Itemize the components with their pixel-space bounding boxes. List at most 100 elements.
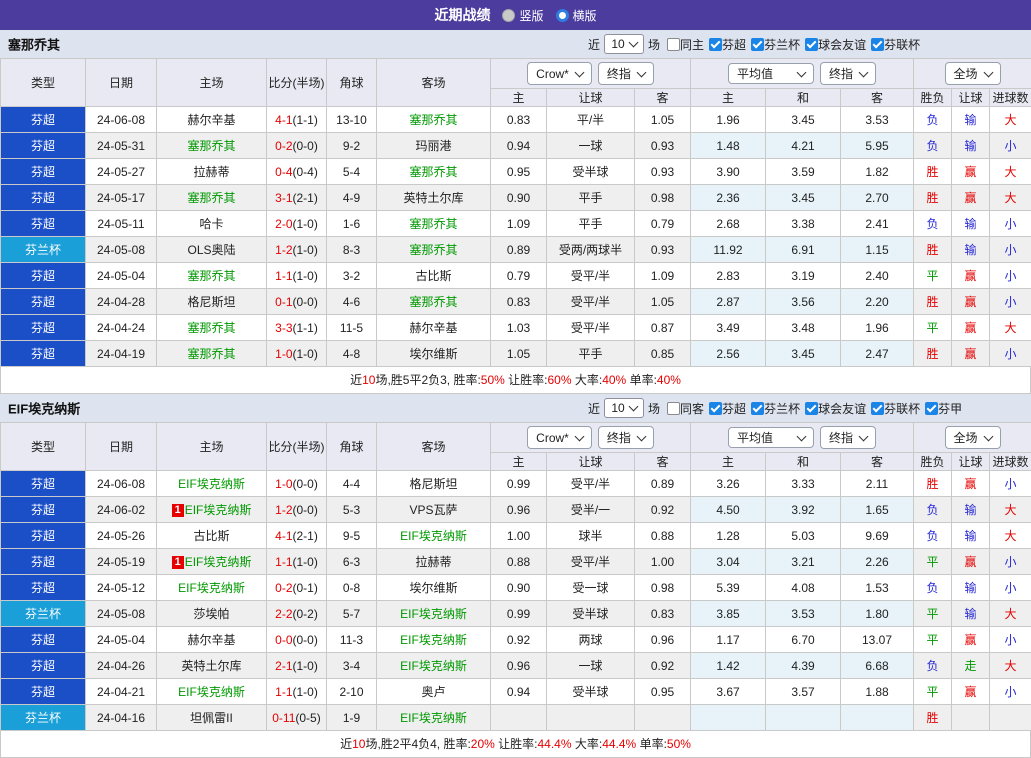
league-type-cell: 芬超 (1, 653, 86, 679)
league-filter-checkbox-3[interactable]: 球会友谊 (805, 400, 866, 417)
radio-vertical-icon[interactable] (502, 9, 515, 22)
result-cell: 胜 (914, 237, 952, 263)
odds-home-cell (491, 705, 547, 731)
date-cell: 24-05-12 (86, 575, 157, 601)
full-match-dropdown[interactable]: 全场 (945, 426, 1001, 449)
sub-column-header: 主 (491, 89, 547, 107)
checkbox-checked-icon[interactable] (709, 402, 722, 415)
handicap-cell: 受平/半 (547, 315, 635, 341)
team-link: EIF埃克纳斯 (178, 685, 245, 699)
avg-home-cell: 3.90 (691, 159, 766, 185)
same-venue-checkbox[interactable]: 同客 (667, 400, 704, 417)
corner-cell: 4-8 (327, 341, 377, 367)
final-index-dropdown[interactable]: 终指 (598, 426, 654, 449)
corner-cell: 3-2 (327, 263, 377, 289)
home-team-cell: 坦佩雷II (157, 705, 267, 731)
titlebar: 近期战绩 竖版 横版 (0, 0, 1031, 30)
final-index-dropdown[interactable]: 终指 (598, 62, 654, 85)
odds-home-cell: 0.95 (491, 159, 547, 185)
match-row: 芬兰杯24-05-08莎埃帕2-2(0-2)5-7EIF埃克纳斯0.99受半球0… (1, 601, 1031, 627)
league-filter-checkbox-4[interactable]: 芬联杯 (871, 36, 920, 53)
avg-away-cell: 1.88 (841, 679, 914, 705)
odds-group-header: 平均值终指 (691, 59, 914, 89)
odds-away-cell: 0.96 (635, 627, 691, 653)
corner-cell: 3-4 (327, 653, 377, 679)
checkbox-checked-icon[interactable] (871, 38, 884, 51)
radio-vertical-option[interactable]: 竖版 (502, 7, 543, 24)
checkbox-unchecked-icon[interactable] (667, 402, 680, 415)
recent-count-select[interactable]: 10 (604, 398, 644, 418)
result-cell: 胜 (914, 471, 952, 497)
odds-away-cell: 0.83 (635, 601, 691, 627)
checkbox-checked-icon[interactable] (805, 402, 818, 415)
league-type-cell: 芬超 (1, 263, 86, 289)
checkbox-checked-icon[interactable] (871, 402, 884, 415)
result-cell: 胜 (914, 289, 952, 315)
avg-draw-cell (766, 705, 841, 731)
handicap-result-cell: 输 (952, 497, 990, 523)
odds-home-cell: 0.94 (491, 133, 547, 159)
away-team-cell: 奥卢 (377, 679, 491, 705)
checkbox-unchecked-icon[interactable] (667, 38, 680, 51)
home-team-cell: OLS奥陆 (157, 237, 267, 263)
league-filter-checkbox-5[interactable]: 芬甲 (925, 400, 962, 417)
league-filter-checkbox-3[interactable]: 球会友谊 (805, 36, 866, 53)
halftime-score: (2-1) (293, 529, 318, 543)
avg-away-cell: 13.07 (841, 627, 914, 653)
final-index-dropdown[interactable]: 终指 (820, 62, 876, 85)
team-link: 莎埃帕 (193, 607, 229, 621)
check-icon (873, 38, 883, 48)
average-odds-dropdown[interactable]: 平均值 (728, 63, 814, 84)
odds-group-header: 平均值终指 (691, 423, 914, 453)
avg-draw-cell: 3.21 (766, 549, 841, 575)
league-filter-checkbox-2[interactable]: 芬兰杯 (751, 36, 800, 53)
avg-away-cell: 2.47 (841, 341, 914, 367)
column-header: 比分(半场) (267, 423, 327, 471)
sub-column-header: 让球 (547, 89, 635, 107)
checkbox-checked-icon[interactable] (751, 38, 764, 51)
odds-home-cell: 0.92 (491, 627, 547, 653)
league-type-cell: 芬超 (1, 679, 86, 705)
away-team-cell: EIF埃克纳斯 (377, 653, 491, 679)
recent-count-select[interactable]: 10 (604, 34, 644, 54)
near-label: 近 (588, 400, 600, 417)
radio-horizontal-option[interactable]: 横版 (556, 7, 597, 24)
fulltime-score: 1-1 (275, 685, 292, 699)
avg-home-cell: 2.36 (691, 185, 766, 211)
summary-segment: 近 (350, 373, 362, 387)
team-link: 赫尔辛基 (187, 633, 235, 647)
results-table: 类型日期主场比分(半场)角球客场Crow*终指平均值终指全场主让球客主和客胜负让… (0, 58, 1031, 367)
avg-draw-cell: 3.45 (766, 341, 841, 367)
match-filters: 近10场同主芬超芬兰杯球会友谊芬联杯 (586, 34, 920, 54)
chevron-down-icon (574, 431, 584, 441)
avg-away-cell: 2.40 (841, 263, 914, 289)
bookmaker-dropdown[interactable]: Crow* (527, 62, 592, 85)
league-filter-checkbox-2-label: 芬兰杯 (764, 36, 800, 53)
handicap-cell: 受平/半 (547, 471, 635, 497)
league-filter-checkbox-2[interactable]: 芬兰杯 (751, 400, 800, 417)
league-filter-checkbox-1[interactable]: 芬超 (709, 400, 746, 417)
handicap-result-cell (952, 705, 990, 731)
fulltime-score: 0-4 (275, 165, 292, 179)
average-odds-dropdown[interactable]: 平均值 (728, 427, 814, 448)
avg-away-cell: 9.69 (841, 523, 914, 549)
summary-segment: 40% (657, 373, 681, 387)
avg-draw-cell: 3.56 (766, 289, 841, 315)
same-venue-checkbox[interactable]: 同主 (667, 36, 704, 53)
league-filter-checkbox-4[interactable]: 芬联杯 (871, 400, 920, 417)
checkbox-checked-icon[interactable] (751, 402, 764, 415)
league-filter-checkbox-4-label: 芬联杯 (884, 400, 920, 417)
full-match-dropdown[interactable]: 全场 (945, 62, 1001, 85)
handicap-result-cell: 赢 (952, 549, 990, 575)
bookmaker-dropdown[interactable]: Crow* (527, 426, 592, 449)
radio-horizontal-icon[interactable] (556, 9, 569, 22)
final-index-dropdown[interactable]: 终指 (820, 426, 876, 449)
checkbox-checked-icon[interactable] (925, 402, 938, 415)
league-type-cell: 芬超 (1, 107, 86, 133)
league-filter-checkbox-1[interactable]: 芬超 (709, 36, 746, 53)
checkbox-checked-icon[interactable] (805, 38, 818, 51)
team-link: 塞那乔其 (409, 113, 457, 127)
checkbox-checked-icon[interactable] (709, 38, 722, 51)
odds-away-cell: 1.09 (635, 263, 691, 289)
match-row: 芬超24-05-12EIF埃克纳斯0-2(0-1)0-8埃尔维斯0.90受一球0… (1, 575, 1031, 601)
